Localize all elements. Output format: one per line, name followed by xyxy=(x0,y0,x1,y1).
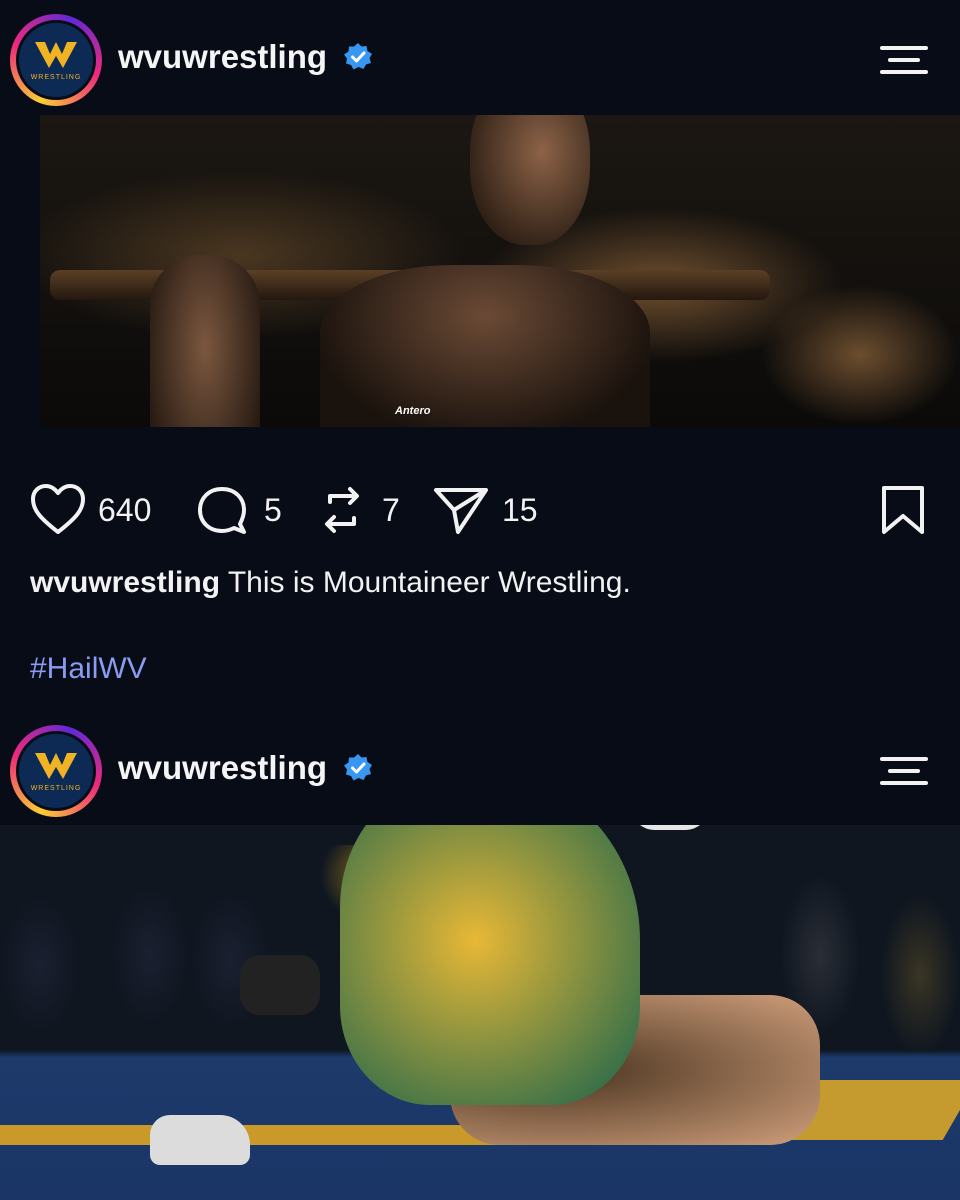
wrestling-shoe-shape xyxy=(240,955,320,1015)
share-count: 15 xyxy=(502,492,538,528)
menu-icon[interactable] xyxy=(880,44,932,74)
headgear-shape xyxy=(630,825,710,830)
singlet-logo: Antero xyxy=(395,405,431,417)
hashtag-link[interactable]: #HailWV xyxy=(30,652,147,686)
athlete-torso-shape xyxy=(320,265,650,427)
wrestling-shoe-shape xyxy=(150,1115,250,1165)
comment-count: 5 xyxy=(264,492,282,528)
wvu-logo-icon xyxy=(35,752,77,779)
wvu-logo-icon xyxy=(35,41,77,68)
menu-icon[interactable] xyxy=(880,755,932,785)
athlete-head-shape xyxy=(470,115,590,245)
send-icon[interactable] xyxy=(432,484,490,536)
avatar: WRESTLING xyxy=(16,20,96,100)
post-image[interactable] xyxy=(0,825,960,1200)
post-header: WRESTLING wvuwrestling xyxy=(0,0,960,106)
heart-icon[interactable] xyxy=(30,484,86,536)
comment-icon[interactable] xyxy=(196,484,248,536)
username[interactable]: wvuwrestling xyxy=(118,749,327,787)
avatar-story-ring[interactable]: WRESTLING xyxy=(10,14,102,106)
caption-text: This is Mountaineer Wrestling. xyxy=(220,566,631,599)
post-image[interactable]: Antero xyxy=(40,115,960,427)
post-header: WRESTLING wvuwrestling xyxy=(0,711,960,817)
verified-badge-icon xyxy=(344,43,372,70)
wrestler-top-shape xyxy=(340,825,640,1105)
athlete-arm-shape xyxy=(150,255,260,427)
repost-icon[interactable] xyxy=(316,484,368,536)
avatar-story-ring[interactable]: WRESTLING xyxy=(10,725,102,817)
post-caption: wvuwrestling This is Mountaineer Wrestli… xyxy=(30,566,631,600)
repost-count: 7 xyxy=(382,492,400,528)
like-count: 640 xyxy=(98,492,152,528)
avatar: WRESTLING xyxy=(16,731,96,811)
caption-username[interactable]: wvuwrestling xyxy=(30,566,220,599)
username[interactable]: wvuwrestling xyxy=(118,38,327,76)
verified-badge-icon xyxy=(344,754,372,781)
post-actions-bar: 640 5 7 15 xyxy=(0,470,960,550)
avatar-label: WRESTLING xyxy=(30,784,82,792)
bookmark-icon[interactable] xyxy=(880,484,926,536)
avatar-label: WRESTLING xyxy=(30,73,82,81)
